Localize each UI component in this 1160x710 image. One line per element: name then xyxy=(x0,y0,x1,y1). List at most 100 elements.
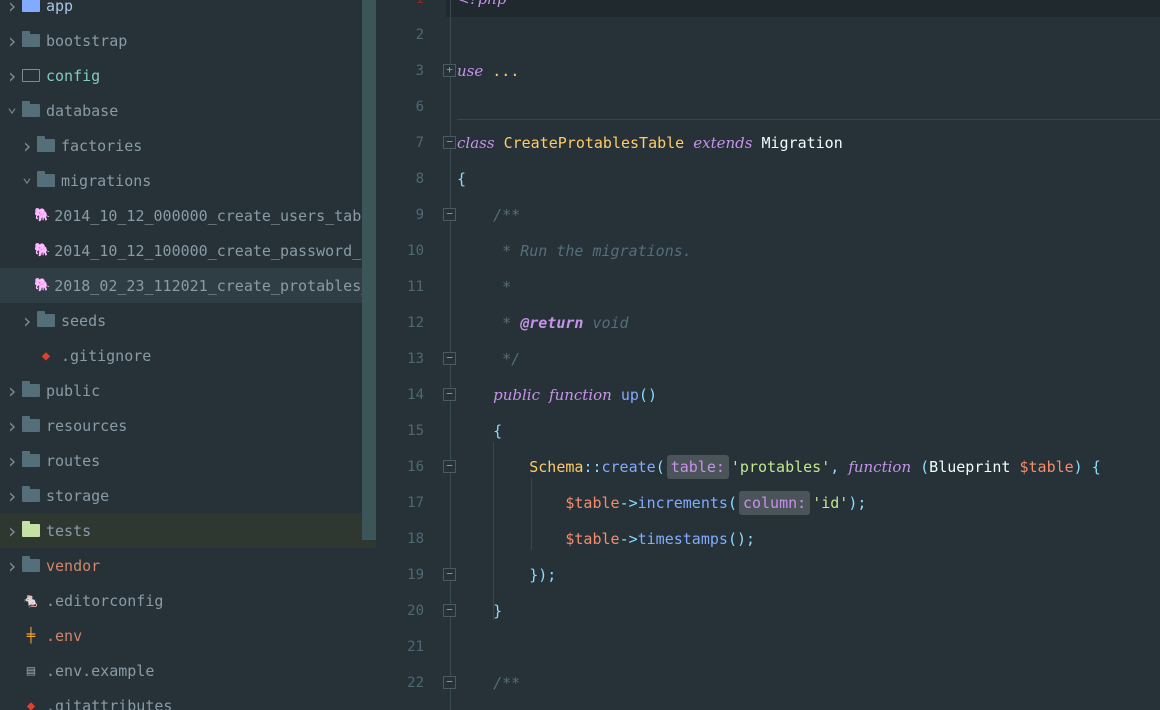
line-number: 10 xyxy=(407,243,424,259)
code-token: * xyxy=(457,278,512,296)
fold-collapse-icon[interactable]: − xyxy=(443,136,456,149)
chevron-right-icon[interactable]: › xyxy=(4,379,20,403)
fold-collapse-icon[interactable]: − xyxy=(443,352,456,365)
code-token: ( xyxy=(911,458,930,476)
tree-item[interactable]: 🐁 .editorconfig xyxy=(0,583,376,618)
code-editor[interactable]: <?php+use ...−class CreateProtablesTable… xyxy=(443,0,1160,710)
tree-item[interactable]: › seeds xyxy=(0,303,376,338)
tree-item-label: public xyxy=(46,381,101,400)
fold-collapse-icon[interactable]: − xyxy=(443,568,456,581)
tree-item-label: bootstrap xyxy=(46,31,128,50)
code-line: $table->increments(column:'id'); xyxy=(457,485,866,521)
chevron-right-icon[interactable]: › xyxy=(19,309,35,333)
code-line: class CreateProtablesTable extends Migra… xyxy=(457,125,843,161)
folder-icon xyxy=(22,416,40,432)
parameter-hint: table: xyxy=(666,455,729,479)
code-token: Blueprint xyxy=(929,458,1020,476)
code-line: /** xyxy=(457,665,520,701)
chevron-down-icon[interactable]: ⌄ xyxy=(4,97,20,116)
tree-item-label: config xyxy=(46,66,101,85)
chevron-right-icon[interactable]: › xyxy=(4,449,20,473)
line-number: 14 xyxy=(407,387,424,403)
tree-item[interactable]: › config xyxy=(0,58,376,93)
tree-item[interactable]: › public xyxy=(0,373,376,408)
tree-item[interactable]: › factories xyxy=(0,128,376,163)
chevron-right-icon[interactable]: › xyxy=(4,414,20,438)
chevron-right-icon[interactable]: › xyxy=(4,29,20,53)
line-number: 19 xyxy=(407,567,424,583)
project-tree: › app › bootstrap › config ⌄ database › factories… xyxy=(0,0,376,710)
chevron-right-icon[interactable]: › xyxy=(4,519,20,543)
tree-item[interactable]: › storage xyxy=(0,478,376,513)
tree-item[interactable]: › vendor xyxy=(0,548,376,583)
fold-expand-icon[interactable]: + xyxy=(443,64,456,77)
code-token: /** xyxy=(457,206,521,224)
fold-collapse-icon[interactable]: − xyxy=(443,604,456,617)
code-line: use ... xyxy=(457,53,519,89)
code-token: , xyxy=(830,458,849,476)
code-line: * Run the migrations. xyxy=(457,233,692,269)
tree-item[interactable]: 🐘2018_02_23_112021_create_protables_tabl… xyxy=(0,268,376,303)
tree-item-label: factories xyxy=(61,136,143,155)
line-number: 15 xyxy=(407,423,424,439)
tree-item-label: app xyxy=(46,0,74,15)
folder-icon xyxy=(22,31,40,47)
fold-collapse-icon[interactable]: − xyxy=(443,460,456,473)
code-token: { xyxy=(457,170,467,188)
code-line: /** xyxy=(457,197,520,233)
code-token: <?php xyxy=(457,0,506,8)
folder-icon xyxy=(37,311,55,327)
code-token: $table xyxy=(1019,458,1074,476)
tree-item[interactable]: › tests xyxy=(0,513,376,548)
tree-item-label: .gitattributes xyxy=(46,696,173,710)
code-token: */ xyxy=(457,350,521,368)
tree-item[interactable]: ⌄ database xyxy=(0,93,376,128)
chevron-right-icon[interactable]: › xyxy=(4,554,20,578)
git-icon: ◆ xyxy=(41,347,51,364)
code-token: ... xyxy=(483,62,520,80)
code-token: () xyxy=(638,386,657,404)
code-token: increments xyxy=(637,494,728,512)
sidebar-scrollbar[interactable] xyxy=(362,0,376,540)
tree-item[interactable]: 🐘2014_10_12_100000_create_password_reset… xyxy=(0,233,376,268)
tree-item[interactable]: ⌄ migrations xyxy=(0,163,376,198)
tree-item[interactable]: › app xyxy=(0,0,376,23)
tree-item-label: 2018_02_23_112021_create_protables_table… xyxy=(54,276,376,295)
method-separator xyxy=(457,119,1160,120)
code-token: function xyxy=(848,458,912,476)
elephant-icon: 🐘 xyxy=(34,243,51,258)
tree-item-label: .editorconfig xyxy=(46,591,164,610)
code-line: } xyxy=(457,593,502,629)
chevron-right-icon[interactable]: › xyxy=(4,64,20,88)
tree-item[interactable]: › routes xyxy=(0,443,376,478)
code-line: $table->timestamps(); xyxy=(457,521,755,557)
tree-item[interactable]: ╪ .env xyxy=(0,618,376,653)
code-line: { xyxy=(457,161,466,197)
chevron-down-icon[interactable]: ⌄ xyxy=(19,167,35,186)
fold-collapse-icon[interactable]: − xyxy=(443,676,456,689)
tree-item-label: seeds xyxy=(61,311,107,330)
chevron-right-icon[interactable]: › xyxy=(4,484,20,508)
code-token: 'id' xyxy=(812,494,849,512)
elephant-icon: 🐘 xyxy=(34,208,51,223)
fold-collapse-icon[interactable]: − xyxy=(443,208,456,221)
tree-item-label: .env.example xyxy=(46,661,155,680)
code-token: Migration xyxy=(752,134,843,152)
code-line: public function up() xyxy=(457,377,657,413)
tree-item-label: migrations xyxy=(61,171,152,190)
tree-item[interactable]: 🐘2014_10_12_000000_create_users_table.ph… xyxy=(0,198,376,233)
chevron-right-icon[interactable]: › xyxy=(4,0,20,18)
tree-item[interactable]: ▤ .env.example xyxy=(0,653,376,688)
code-token: ) { xyxy=(1073,458,1101,476)
fold-collapse-icon[interactable]: − xyxy=(443,388,456,401)
folder-icon xyxy=(22,521,40,537)
tree-item-label: 2014_10_12_000000_create_users_table.php xyxy=(54,206,376,225)
tree-item[interactable]: › resources xyxy=(0,408,376,443)
tree-item[interactable]: › bootstrap xyxy=(0,23,376,58)
line-number: 13 xyxy=(407,351,424,367)
chevron-right-icon[interactable]: › xyxy=(19,134,35,158)
code-line: */ xyxy=(457,341,520,377)
tree-item[interactable]: ◆ .gitattributes xyxy=(0,688,376,710)
tree-item[interactable]: ◆ .gitignore xyxy=(0,338,376,373)
line-number: 12 xyxy=(407,315,424,331)
